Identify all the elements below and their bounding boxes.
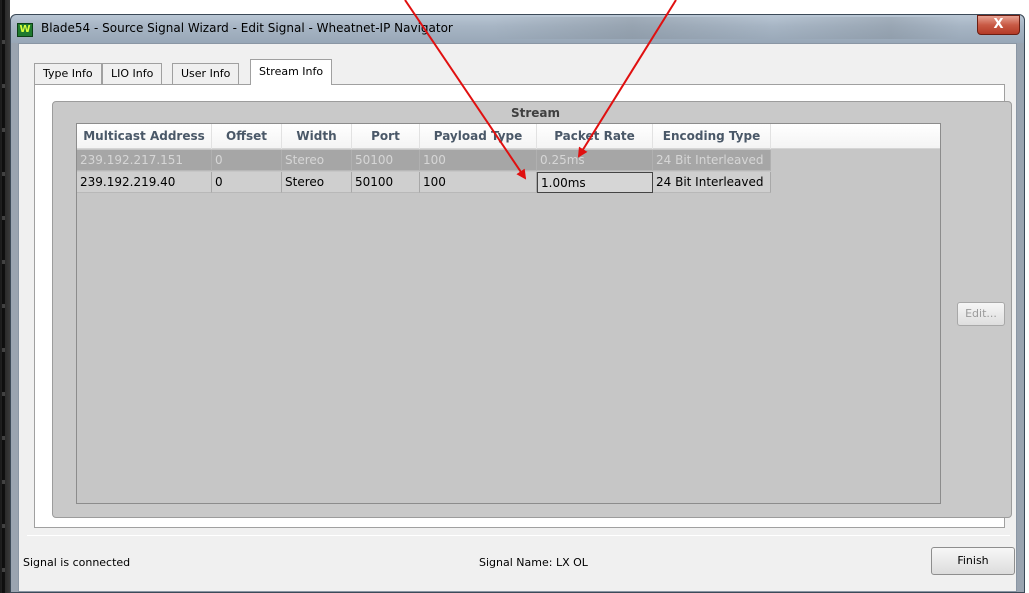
cell-multicast-address: 239.192.219.40 — [77, 172, 212, 193]
cell-port: 50100 — [352, 150, 420, 171]
wizard-window: W Blade54 - Source Signal Wizard - Edit … — [10, 14, 1025, 593]
cell-port: 50100 — [352, 172, 420, 193]
signal-name-value: LX OL — [555, 556, 588, 569]
stream-info-panel: Stream Multicast Address Offset Width Po… — [34, 84, 1012, 528]
stream-list[interactable]: Multicast Address Offset Width Port Payl… — [76, 123, 941, 504]
stream-list-header: Multicast Address Offset Width Port Payl… — [77, 124, 940, 149]
wheatnet-app-icon: W — [17, 23, 33, 37]
footer-divider — [27, 535, 1010, 536]
cell-payload-type: 100 — [420, 150, 537, 171]
column-header-port[interactable]: Port — [352, 124, 420, 149]
cell-offset: 0 — [212, 150, 282, 171]
cell-offset: 0 — [212, 172, 282, 193]
tab-stream-info[interactable]: Stream Info — [250, 59, 333, 85]
close-window-button[interactable]: X — [977, 15, 1020, 35]
tab-type-info[interactable]: Type Info — [34, 63, 102, 84]
column-header-offset[interactable]: Offset — [212, 124, 282, 149]
cell-multicast-address: 239.192.217.151 — [77, 150, 212, 171]
cell-payload-type: 100 — [420, 172, 537, 193]
cell-encoding-type: 24 Bit Interleaved — [653, 150, 771, 171]
cell-width: Stereo — [282, 172, 352, 193]
tab-user-info[interactable]: User Info — [172, 63, 240, 84]
column-header-packet-rate[interactable]: Packet Rate — [537, 124, 653, 149]
stream-group-box: Stream Multicast Address Offset Width Po… — [52, 101, 1012, 518]
column-header-multicast-address[interactable]: Multicast Address — [77, 124, 212, 149]
cell-packet-rate: 0.25ms — [537, 150, 653, 171]
table-row[interactable]: 239.192.217.151 0 Stereo 50100 100 0.25m… — [77, 150, 771, 171]
desktop-background-strip — [0, 0, 10, 593]
edit-button[interactable]: Edit... — [957, 302, 1005, 326]
signal-name-readout: Signal Name: LX OL — [479, 556, 588, 569]
window-title: Blade54 - Source Signal Wizard - Edit Si… — [41, 21, 453, 35]
finish-button[interactable]: Finish — [931, 547, 1015, 575]
window-client-area: Type Info LIO Info User Info Stream Info… — [18, 43, 1017, 592]
column-header-encoding-type[interactable]: Encoding Type — [653, 124, 771, 149]
cell-encoding-type: 24 Bit Interleaved — [653, 172, 771, 193]
title-bar[interactable]: W Blade54 - Source Signal Wizard - Edit … — [11, 15, 1024, 43]
close-icon: X — [993, 17, 1004, 32]
cell-width: Stereo — [282, 150, 352, 171]
column-header-width[interactable]: Width — [282, 124, 352, 149]
stream-group-title: Stream — [511, 106, 561, 120]
column-header-payload-type[interactable]: Payload Type — [420, 124, 537, 149]
table-row[interactable]: 239.192.219.40 0 Stereo 50100 100 1.00ms… — [77, 172, 771, 193]
connection-status: Signal is connected — [23, 556, 131, 569]
tab-lio-info[interactable]: LIO Info — [102, 63, 163, 84]
cell-packet-rate: 1.00ms — [537, 172, 653, 193]
signal-name-label: Signal Name: — [479, 556, 553, 569]
